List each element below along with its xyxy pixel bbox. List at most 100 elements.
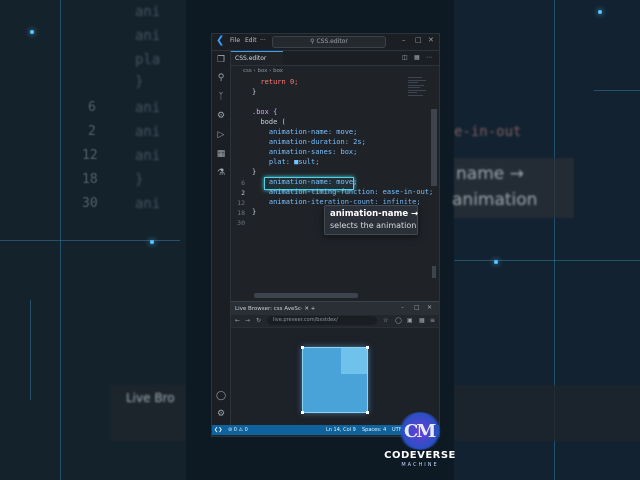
- bg-browser-tab: Live Bro: [126, 391, 175, 405]
- line-number: 18: [237, 209, 245, 217]
- preview-icon[interactable]: ▦: [414, 54, 420, 61]
- tooltip-title: animation-name →: [330, 209, 419, 219]
- debug-icon[interactable]: ⚙: [216, 111, 226, 121]
- settings-gear-icon[interactable]: ⚙: [216, 409, 226, 419]
- line-number: 2: [241, 189, 245, 197]
- run-icon[interactable]: ▷: [216, 130, 226, 140]
- url-text: live.preveer.com/bxstdex/: [273, 317, 338, 323]
- code-line: .box {: [252, 108, 278, 116]
- code-text: bode (: [260, 118, 286, 126]
- close-icon[interactable]: ✕: [304, 306, 309, 312]
- code-line: }: [252, 88, 257, 96]
- circuit-dot: [150, 240, 154, 244]
- corner-handle: [301, 411, 304, 414]
- reload-icon[interactable]: ↻: [256, 317, 261, 324]
- source-control-icon[interactable]: ᛉ: [216, 92, 226, 102]
- code-text: animation-name: move;: [268, 128, 358, 136]
- bg-browser-bar: [454, 385, 640, 441]
- code-line: return 0;: [252, 78, 298, 86]
- code-line: }: [252, 208, 257, 216]
- close-icon[interactable]: ✕: [427, 304, 432, 311]
- circuit-line: [594, 90, 640, 91]
- tab-label: CSS.editor: [235, 55, 267, 62]
- bg-code-line: ani: [135, 28, 161, 44]
- account-icon[interactable]: ◯: [216, 391, 226, 401]
- bg-browser-bar: Live Bro: [110, 385, 186, 441]
- circuit-line: [454, 260, 640, 261]
- bg-line-number: 12: [82, 148, 98, 163]
- bg-line-number: 18: [82, 172, 98, 187]
- code-text: return 0;: [260, 78, 299, 86]
- code-text: plat: ■sult;: [268, 158, 320, 166]
- vertical-scrollbar[interactable]: [431, 109, 437, 186]
- circuit-dot: [494, 260, 498, 264]
- bg-code-line: ani: [135, 100, 161, 116]
- codeverse-logo: CM CODEVERSE MACHINE: [380, 412, 460, 478]
- bg-line-number: 2: [88, 124, 96, 139]
- code-line: animation-sanes: box;: [252, 148, 358, 156]
- cursor-position[interactable]: Ln 14, Col 9: [326, 425, 356, 435]
- tooltip-body: selects the animation: [330, 221, 417, 230]
- code-editor[interactable]: return 0; } .box { bode ( animation-name…: [231, 77, 433, 292]
- browser-viewport: [231, 328, 439, 425]
- problems-indicator[interactable]: ⊘ 0 ⚠ 0: [228, 425, 248, 435]
- line-number: 30: [237, 219, 245, 227]
- remote-icon[interactable]: ❮❯: [214, 425, 222, 435]
- minimap[interactable]: [408, 77, 430, 107]
- bg-code-line: ani: [135, 196, 161, 212]
- editor-tabs: CSS.editor ◫ ▦ ⋯: [231, 51, 439, 66]
- split-editor-icon[interactable]: ◫: [402, 54, 408, 61]
- code-text: animation-name: move;: [268, 178, 358, 186]
- back-icon[interactable]: ←: [235, 317, 240, 324]
- code-text: animation-sanes: box;: [268, 148, 358, 156]
- testing-icon[interactable]: ⚗: [216, 168, 226, 178]
- address-bar[interactable]: live.preveer.com/bxstdex/: [267, 316, 377, 325]
- bg-tooltip-title: name →: [456, 164, 524, 184]
- code-line: animation-timing-function: ease-in-out;: [252, 188, 433, 196]
- hover-tooltip: animation-name → selects the animation: [324, 205, 418, 235]
- vscode-logo-icon: ❮: [216, 35, 225, 46]
- minimize-icon[interactable]: –: [401, 304, 404, 311]
- menu-icon[interactable]: ≡: [430, 317, 435, 324]
- code-line: animation-name: move;: [252, 178, 358, 186]
- star-icon[interactable]: ☆: [383, 317, 388, 324]
- close-icon[interactable]: ✕: [428, 36, 434, 44]
- line-number: 12: [237, 199, 245, 207]
- code-text: animation-duration: 2s;: [268, 138, 366, 146]
- bg-code-line: pla: [135, 52, 161, 68]
- more-actions-icon[interactable]: ⋯: [426, 54, 432, 61]
- bg-code-line: }: [135, 172, 144, 188]
- add-tab-icon[interactable]: +: [311, 306, 316, 312]
- circuit-line: [30, 300, 31, 400]
- horizontal-scrollbar[interactable]: [254, 293, 358, 298]
- vertical-scrollbar-thumb[interactable]: [432, 266, 436, 278]
- maximize-icon[interactable]: □: [415, 36, 422, 44]
- menu-edit[interactable]: Edit: [245, 37, 257, 44]
- tab-css-editor[interactable]: CSS.editor: [231, 51, 283, 65]
- command-search[interactable]: ⚲ CSS.editor: [272, 36, 386, 48]
- circuit-dot: [598, 10, 602, 14]
- breadcrumb[interactable]: css › box › box: [231, 66, 411, 76]
- maximize-icon[interactable]: □: [414, 304, 420, 311]
- browser-tab-label: Live Browser: css AveSc·: [235, 306, 303, 312]
- extensions-icon[interactable]: ▦: [216, 149, 226, 159]
- bg-line-number: 6: [88, 100, 96, 115]
- corner-handle: [301, 346, 304, 349]
- vscode-window: ❮ File Edit ··· ⚲ CSS.editor – □ ✕ ❐ ⚲ ᛉ…: [211, 33, 440, 437]
- browser-tab[interactable]: Live Browser: css AveSc· ✕ +: [235, 304, 315, 314]
- minimize-icon[interactable]: –: [402, 36, 406, 44]
- menu-more[interactable]: ···: [260, 37, 266, 44]
- search-icon[interactable]: ⚲: [216, 73, 226, 83]
- code-line: bode (: [252, 118, 286, 126]
- shield-icon[interactable]: ◯: [395, 317, 402, 324]
- browser-toolbar: ← → ↻ live.preveer.com/bxstdex/ ☆ ◯ ▣ ▦ …: [231, 315, 439, 327]
- menu-file[interactable]: File: [230, 37, 240, 44]
- sidebar-icon[interactable]: ▣: [407, 317, 413, 324]
- forward-icon[interactable]: →: [245, 317, 250, 324]
- bg-tooltip-body: animation: [452, 190, 538, 210]
- code-line: animation-name: move;: [252, 128, 358, 136]
- extension-icon[interactable]: ▦: [419, 317, 425, 324]
- background-left: ani ani pla } ani ani ani } ani 6 2 12 1…: [0, 0, 186, 480]
- code-line: plat: ■sult;: [252, 158, 320, 166]
- explorer-icon[interactable]: ❐: [216, 55, 226, 65]
